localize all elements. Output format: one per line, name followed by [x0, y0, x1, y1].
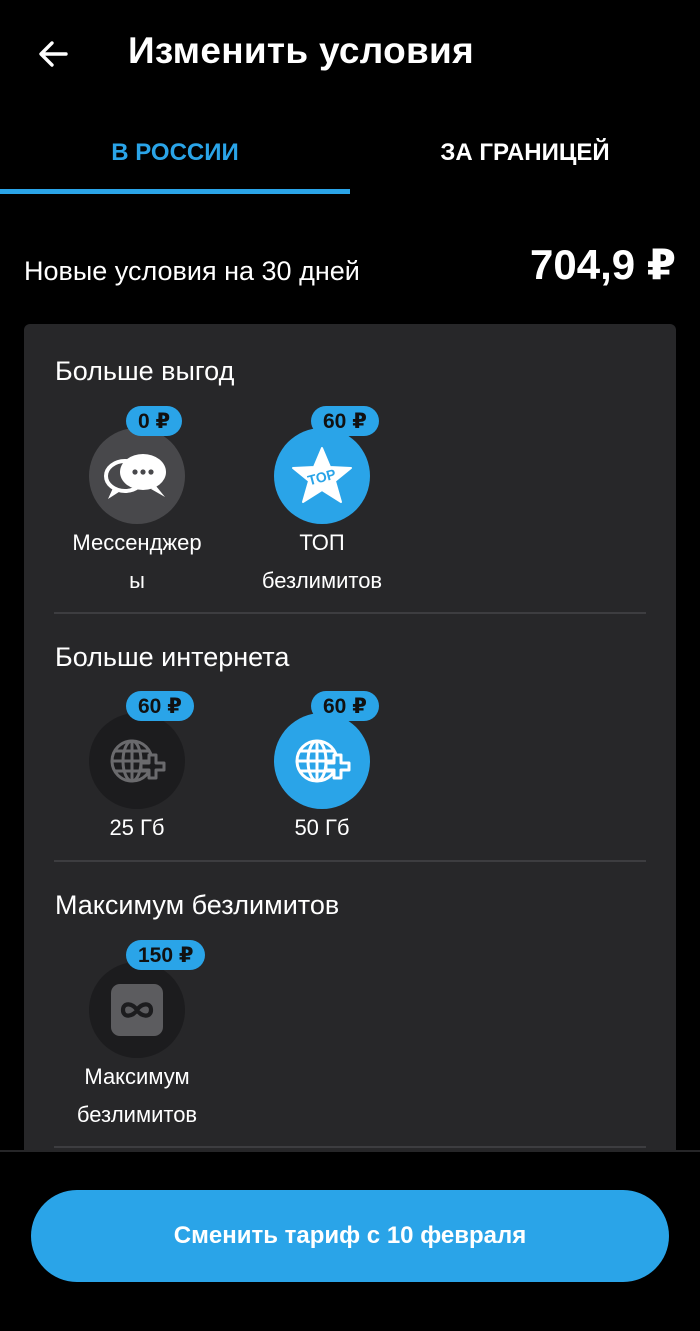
section-title: Больше интернета: [55, 642, 290, 672]
globe-plus-icon: [295, 739, 351, 783]
option-top-unlimited[interactable]: TOP 60 ₽ ТОП безлимитов: [237, 406, 407, 606]
tariff-summary: Новые условия на 30 дней 704,9 ₽: [0, 196, 700, 324]
section-divider: [54, 1146, 646, 1148]
active-tab-indicator: [0, 189, 350, 194]
option-label: ТОП безлимитов: [237, 524, 407, 600]
bottom-action-bar: Сменить тариф с 10 февраля: [0, 1150, 700, 1331]
page-title: Изменить условия: [128, 30, 474, 71]
tab-abroad[interactable]: ЗА ГРАНИЦЕЙ: [350, 110, 700, 196]
options-panel: Больше выгод 0 ₽ Мессенджер ы TOP 60 ₽ Т…: [24, 324, 676, 1154]
infinity-icon: [111, 984, 163, 1036]
option-label-line2: безлимитов: [261, 568, 383, 593]
option-label-line1: 25 Гб: [109, 815, 165, 840]
option-50gb[interactable]: 60 ₽ 50 Гб: [237, 691, 407, 851]
arrow-left-icon: [39, 41, 68, 67]
option-label-line1: ТОП: [299, 530, 345, 555]
option-messengers[interactable]: 0 ₽ Мессенджер ы: [52, 406, 222, 606]
option-icon-circle: [89, 962, 185, 1058]
option-label-line1: Мессенджер: [72, 530, 202, 555]
globe-plus-icon: [110, 739, 166, 783]
option-label: 25 Гб: [52, 809, 222, 847]
section-title: Больше выгод: [55, 356, 235, 386]
option-icon-circle: TOP: [274, 428, 370, 524]
section-title: Максимум безлимитов: [55, 890, 340, 920]
price-badge: 150 ₽: [126, 940, 206, 970]
option-max-unlimited[interactable]: 150 ₽ Максимум безлимитов: [52, 940, 222, 1140]
price-badge: 0 ₽: [126, 406, 183, 436]
back-button[interactable]: [32, 32, 76, 76]
option-icon-circle: [89, 428, 185, 524]
top-star-icon: TOP: [292, 447, 352, 503]
price-badge: 60 ₽: [311, 691, 379, 721]
summary-label: Новые условия на 30 дней: [24, 256, 360, 286]
option-label: Максимум безлимитов: [52, 1058, 222, 1134]
option-label: Мессенджер ы: [52, 524, 222, 600]
option-label-line2: безлимитов: [76, 1102, 198, 1127]
price-badge: 60 ₽: [126, 691, 194, 721]
section-divider: [54, 612, 646, 614]
option-label: 50 Гб: [237, 809, 407, 847]
section-divider: [54, 860, 646, 862]
option-icon-circle: [89, 713, 185, 809]
option-label-line1: 50 Гб: [294, 815, 350, 840]
change-tariff-button[interactable]: Сменить тариф с 10 февраля: [31, 1190, 669, 1282]
app-header: Изменить условия: [0, 0, 700, 110]
option-25gb[interactable]: 60 ₽ 25 Гб: [52, 691, 222, 851]
price-badge: 60 ₽: [311, 406, 379, 436]
chat-bubbles-icon: [104, 454, 166, 499]
option-label-line1: Максимум: [84, 1064, 190, 1089]
tab-russia[interactable]: В РОССИИ: [0, 110, 350, 196]
option-label-line2: ы: [129, 568, 145, 593]
region-tabs: В РОССИИ ЗА ГРАНИЦЕЙ: [0, 110, 700, 196]
option-icon-circle: [274, 713, 370, 809]
summary-price: 704,9 ₽: [530, 241, 676, 288]
